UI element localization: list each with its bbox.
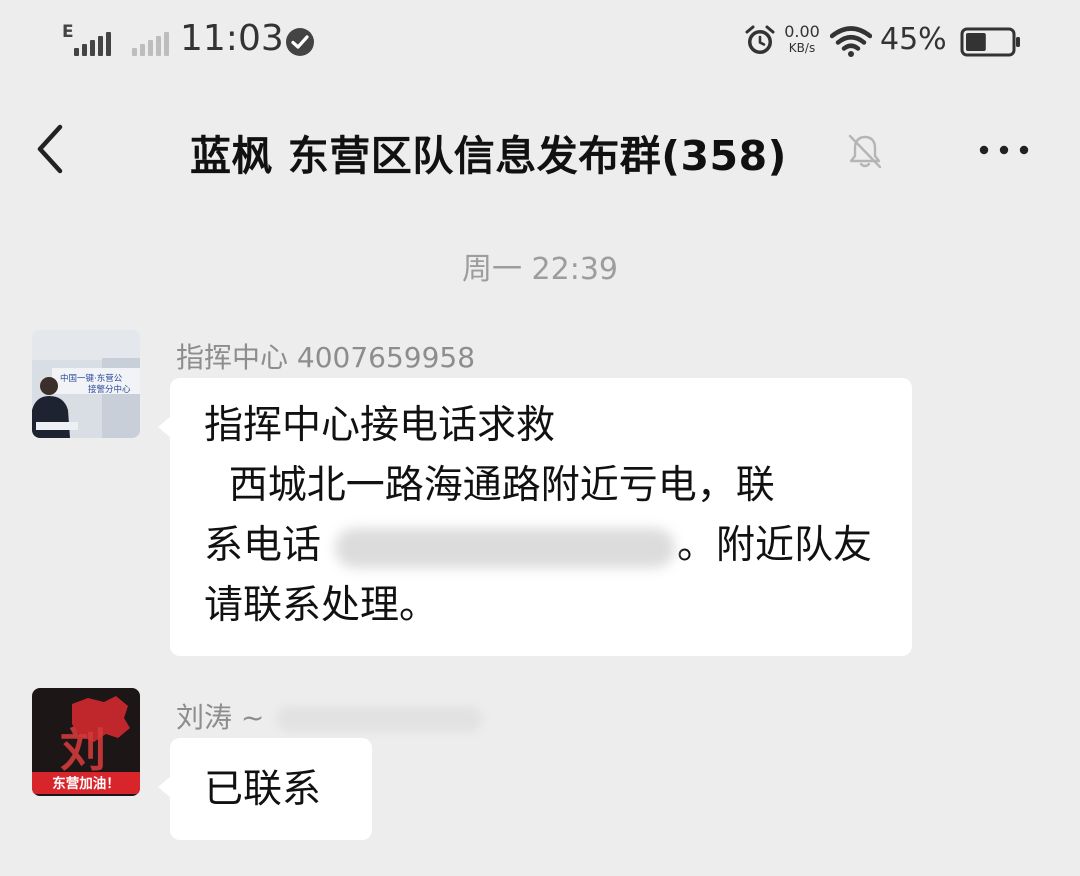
chat-title: 蓝枫 东营区队信息发布群(358) [190, 132, 787, 180]
verified-check-icon [286, 28, 314, 56]
message-bubble[interactable]: 指挥中心接电话求救 西城北一路海通路附近亏电，联 系电话 。附近队友 请联系处理。 [158, 378, 912, 656]
avatar-badge-text: 东营加油！ [52, 775, 120, 792]
wifi-icon [830, 26, 872, 57]
signal-strength-secondary-icon [132, 24, 172, 56]
message-bubble[interactable]: 已联系 [158, 738, 372, 840]
alarm-clock-icon [745, 25, 775, 54]
network-speed-value: 0.00 [784, 22, 820, 41]
network-type-label: E [62, 22, 74, 42]
message-text-line: 指挥中心接电话求救 [204, 403, 556, 448]
more-options-icon[interactable] [972, 138, 1036, 162]
network-speed: 0.00 KB/s [782, 24, 822, 56]
avatar-banner-text-2: 接警分中心 [88, 384, 131, 395]
network-speed-unit: KB/s [788, 41, 816, 55]
mute-bell-icon [848, 134, 882, 169]
battery-icon [960, 27, 1020, 57]
sender-avatar[interactable]: 中国一键·东营公 接警分中心 [32, 330, 140, 438]
message-text-line-with-redaction: 系电话 。附近队友 [204, 516, 912, 576]
message-sender-name-row: 刘涛 ~ [176, 696, 483, 736]
message-sender-name: 指挥中心 4007659958 [176, 341, 476, 374]
message-text-fragment: 。附近队友 [677, 523, 873, 568]
message-timestamp: 周一 22:39 [462, 252, 618, 287]
back-arrow-icon[interactable] [30, 121, 70, 177]
avatar-character: 刘 [60, 723, 106, 777]
avatar-banner-text: 中国一键·东营公 [60, 373, 123, 384]
message-text-fragment: 系电话 [204, 523, 322, 568]
status-bar: E 11:03 0.00 KB/s 45% [0, 0, 1080, 86]
message-text-line: 西城北一路海通路附近亏电，联 [204, 463, 775, 508]
sender-avatar[interactable]: 刘 东营加油！ [32, 688, 140, 796]
message-text: 已联系 [204, 767, 322, 812]
status-time: 11:03 [180, 18, 284, 59]
message-text-line: 请联系处理。 [204, 583, 439, 628]
redacted-phone-number [335, 527, 676, 568]
redacted-sender-suffix [277, 706, 483, 732]
message-sender-name: 刘涛 ~ [176, 701, 265, 734]
signal-strength-icon: E [62, 22, 112, 56]
battery-percent: 45% [880, 22, 947, 57]
chat-header: 蓝枫 东营区队信息发布群(358) [0, 86, 1080, 216]
